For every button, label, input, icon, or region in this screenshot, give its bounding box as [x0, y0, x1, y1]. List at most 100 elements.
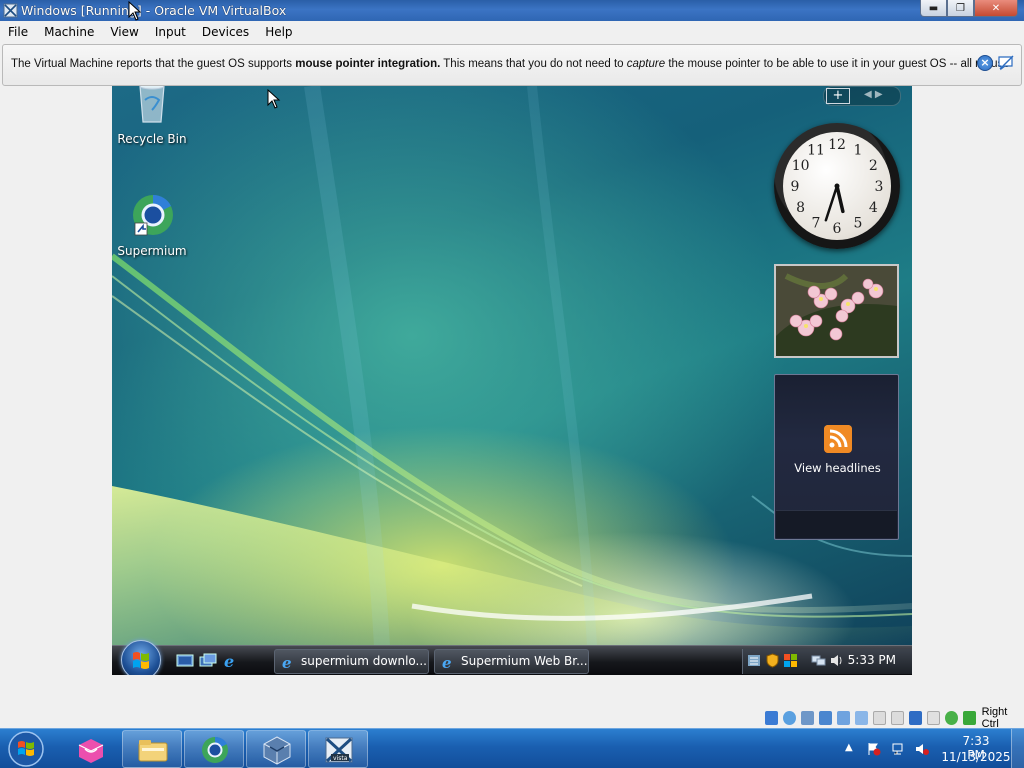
maximize-icon: ❐: [956, 2, 965, 14]
close-icon: ✕: [991, 2, 1001, 14]
notice-text-2: This means that you do not need to: [440, 58, 627, 70]
mouse-integration-notice: The Virtual Machine reports that the gue…: [2, 44, 1022, 86]
display-icon[interactable]: [872, 710, 886, 725]
action-center-flag-icon[interactable]: [867, 742, 881, 756]
host-mouse-cursor: [128, 1, 142, 21]
rss-icon: [824, 425, 852, 453]
windows-flag-icon[interactable]: [783, 653, 798, 668]
menu-bar: File Machine View Input Devices Help: [0, 21, 1024, 43]
network-gadget-icon[interactable]: [747, 653, 762, 668]
audio-icon[interactable]: [800, 710, 814, 725]
svg-text:e: e: [282, 654, 292, 670]
menu-view[interactable]: View: [102, 25, 146, 39]
vista-vm-icon: vista: [325, 737, 353, 763]
svg-text:vista: vista: [333, 755, 348, 762]
guest-screen[interactable]: Recycle Bin Supermium + ◀ ▶ 12 1 2 3 4 5 6 7 8 9 1…: [112, 86, 912, 675]
volume-icon[interactable]: [829, 653, 844, 668]
taskbar-pinned-supermium[interactable]: [184, 730, 244, 768]
menu-devices[interactable]: Devices: [194, 25, 257, 39]
clock-number: 1: [854, 143, 863, 159]
usb-icon[interactable]: [836, 710, 850, 725]
clock-face: 12 1 2 3 4 5 6 7 8 9 10 11: [783, 132, 891, 240]
guest-system-tray: 5:33 PM: [742, 649, 912, 674]
sidebar-page-arrows[interactable]: ◀ ▶: [864, 89, 883, 100]
cpu-icon[interactable]: [908, 710, 922, 725]
clock-number: 4: [869, 200, 878, 216]
clock-center-pin: [834, 183, 840, 189]
maximize-button[interactable]: ❐: [947, 0, 974, 17]
pink-cube-icon: [78, 739, 104, 763]
notice-text-1: The Virtual Machine reports that the gue…: [11, 58, 296, 70]
show-desktop-icon[interactable]: [176, 653, 194, 669]
clock-dial: 12 12 3 45678 9 1011: [791, 137, 884, 237]
notice-hide-icon[interactable]: [997, 55, 1015, 71]
supermium-label: Supermium: [117, 244, 187, 258]
notice-close-icon[interactable]: ×: [977, 55, 993, 71]
menu-input[interactable]: Input: [147, 25, 194, 39]
clock-gadget[interactable]: 12 1 2 3 4 5 6 7 8 9 10 11: [774, 123, 900, 249]
sidebar-controls: + ◀ ▶: [823, 86, 901, 106]
taskbar-pinned-virtualbox[interactable]: [246, 730, 306, 768]
vt-x-icon[interactable]: [944, 710, 958, 725]
window-title: Windows [Running] - Oracle VM VirtualBox: [21, 3, 287, 18]
explorer-folder-icon: [138, 740, 168, 762]
clock-number: 9: [791, 179, 800, 195]
svg-text:e: e: [224, 653, 234, 669]
host-start-button[interactable]: [6, 730, 46, 768]
taskbar-pinned-explorer[interactable]: [122, 730, 182, 768]
clock-number: 8: [796, 200, 805, 216]
desktop-icon-recycle-bin[interactable]: Recycle Bin: [112, 86, 192, 146]
supermium-icon: [133, 194, 173, 236]
vbox-status-bar: Right Ctrl: [765, 706, 1024, 730]
guest-clock-time[interactable]: 5:33 PM: [848, 653, 896, 667]
recording-icon[interactable]: [890, 710, 904, 725]
minimize-button[interactable]: ▬: [920, 0, 947, 17]
guest-task-label: Supermium Web Br...: [461, 654, 588, 668]
security-shield-icon[interactable]: [765, 653, 780, 668]
menu-help[interactable]: Help: [257, 25, 300, 39]
guest-task-label: supermium downlo...: [301, 654, 427, 668]
clock-number: 11: [807, 143, 825, 159]
close-button[interactable]: ✕: [974, 0, 1018, 17]
clock-number: 5: [854, 215, 863, 231]
guest-start-button[interactable]: [121, 640, 161, 675]
network-status-icon[interactable]: [818, 710, 832, 725]
mouse-integration-icon[interactable]: [926, 710, 940, 725]
flower-photo: [776, 266, 897, 356]
network-icon[interactable]: [891, 742, 905, 756]
optical-drive-icon[interactable]: [782, 710, 796, 725]
slideshow-gadget[interactable]: [774, 264, 899, 358]
notice-message: The Virtual Machine reports that the gue…: [11, 58, 1010, 70]
volume-muted-icon[interactable]: [915, 742, 929, 756]
clock-hour-hand: [835, 184, 845, 214]
network-icon[interactable]: [811, 653, 826, 668]
keyboard-capture-icon[interactable]: [962, 710, 976, 725]
show-desktop-button[interactable]: [1011, 729, 1024, 768]
notice-bold: mouse pointer integration.: [295, 58, 441, 70]
virtualbox-icon: [3, 3, 18, 18]
clock-number: 10: [792, 158, 810, 174]
show-hidden-icons-chevron-icon[interactable]: ▲: [845, 742, 859, 756]
guest-task-supermium-download[interactable]: e supermium downlo...: [274, 649, 429, 674]
add-gadget-button[interactable]: +: [826, 88, 850, 104]
shared-folders-icon[interactable]: [854, 710, 868, 725]
taskbar-running-vista-vm[interactable]: vista: [308, 730, 368, 768]
switch-windows-icon[interactable]: [199, 653, 217, 669]
clock-number: 6: [833, 221, 842, 237]
hard-disk-icon[interactable]: [765, 710, 778, 725]
desktop-icon-supermium[interactable]: Supermium: [112, 192, 192, 258]
menu-machine[interactable]: Machine: [36, 25, 102, 39]
host-key-label[interactable]: Right Ctrl: [982, 706, 1024, 730]
ie-icon: e: [282, 654, 292, 670]
virtualbox-icon: [263, 736, 291, 765]
menu-file[interactable]: File: [0, 25, 36, 39]
clock-number: 2: [869, 158, 878, 174]
internet-explorer-icon[interactable]: e: [222, 653, 240, 669]
window-title-bar[interactable]: Windows [Running] - Oracle VM VirtualBox…: [0, 0, 1024, 21]
feed-headlines-gadget[interactable]: View headlines: [774, 374, 899, 540]
guest-task-supermium-web[interactable]: e Supermium Web Br...: [434, 649, 589, 674]
host-clock-date[interactable]: 11/13/2025: [941, 750, 1011, 764]
view-headlines-link[interactable]: View headlines: [775, 461, 900, 475]
notice-italic: capture: [626, 58, 666, 70]
taskbar-pinned-app-1[interactable]: [60, 730, 120, 768]
